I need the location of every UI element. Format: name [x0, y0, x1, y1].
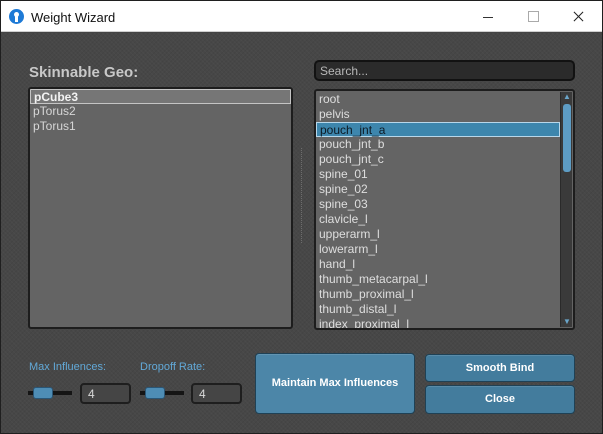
window-title: Weight Wizard — [31, 10, 116, 25]
joint-list-item[interactable]: pouch_jnt_c — [316, 152, 560, 167]
joint-list-item[interactable]: pelvis — [316, 107, 560, 122]
joint-list-item[interactable]: spine_02 — [316, 182, 560, 197]
slider-handle[interactable] — [144, 387, 165, 399]
maintain-max-influences-button[interactable]: Maintain Max Influences — [255, 353, 415, 414]
maximize-button[interactable] — [510, 1, 556, 32]
skinnable-geo-list[interactable]: pCube3 pTorus2 pTorus1 — [28, 87, 293, 329]
minimize-button[interactable] — [465, 1, 511, 32]
joint-list-scrollbar[interactable]: ▲ ▼ — [560, 92, 572, 327]
client-area: Skinnable Geo: pCube3pTorus2pTorus1 root… — [1, 33, 602, 433]
joint-list-item[interactable]: upperarm_l — [316, 227, 560, 242]
joint-list-item[interactable]: hand_l — [316, 257, 560, 272]
dropoff-rate-label: Dropoff Rate: — [140, 361, 206, 373]
joint-list-item[interactable]: lowerarm_l — [316, 242, 560, 257]
close-button[interactable]: Close — [425, 385, 575, 414]
joint-list-item[interactable]: root — [316, 92, 560, 107]
dropoff-rate-field[interactable] — [191, 383, 242, 404]
joint-list-item[interactable]: thumb_distal_l — [316, 302, 560, 317]
joint-list-item[interactable]: index_proximal_l — [316, 317, 560, 328]
joint-list-item[interactable]: thumb_proximal_l — [316, 287, 560, 302]
panel-splitter[interactable] — [301, 148, 303, 243]
geo-list-item[interactable]: pCube3 — [30, 89, 291, 104]
joint-list-item[interactable]: clavicle_l — [316, 212, 560, 227]
joint-list[interactable]: root pelvis pouch_jnt_a pouch_jnt_b pouch_jn… — [314, 89, 575, 330]
scroll-up-arrow-icon[interactable]: ▲ — [562, 92, 572, 102]
joint-list-item[interactable]: pouch_jnt_b — [316, 137, 560, 152]
joint-list-item[interactable]: spine_01 — [316, 167, 560, 182]
max-influences-slider[interactable] — [28, 387, 72, 399]
joint-list-items: root pelvis pouch_jnt_a pouch_jnt_b pouch_jn… — [316, 92, 560, 328]
app-logo-icon — [9, 9, 24, 24]
joint-list-item[interactable]: pouch_jnt_a — [316, 122, 560, 137]
scroll-down-arrow-icon[interactable]: ▼ — [562, 317, 572, 327]
joint-list-item[interactable]: thumb_metacarpal_l — [316, 272, 560, 287]
max-influences-label: Max Influences: — [29, 361, 107, 373]
slider-handle[interactable] — [32, 387, 53, 399]
geo-list-item[interactable]: pTorus2 — [30, 104, 291, 119]
skinnable-geo-label: Skinnable Geo: — [29, 64, 139, 81]
close-window-button[interactable] — [556, 1, 602, 32]
joint-list-item[interactable]: spine_03 — [316, 197, 560, 212]
title-bar[interactable]: Weight Wizard — [1, 1, 602, 32]
search-input[interactable] — [314, 60, 575, 81]
scrollbar-thumb[interactable] — [563, 104, 571, 172]
smooth-bind-button[interactable]: Smooth Bind — [425, 354, 575, 382]
geo-list-item[interactable]: pTorus1 — [30, 119, 291, 134]
weight-wizard-window: Weight Wizard Skinnable Geo: pCube3pToru… — [0, 0, 603, 434]
max-influences-field[interactable] — [80, 383, 131, 404]
dropoff-rate-slider[interactable] — [140, 387, 184, 399]
